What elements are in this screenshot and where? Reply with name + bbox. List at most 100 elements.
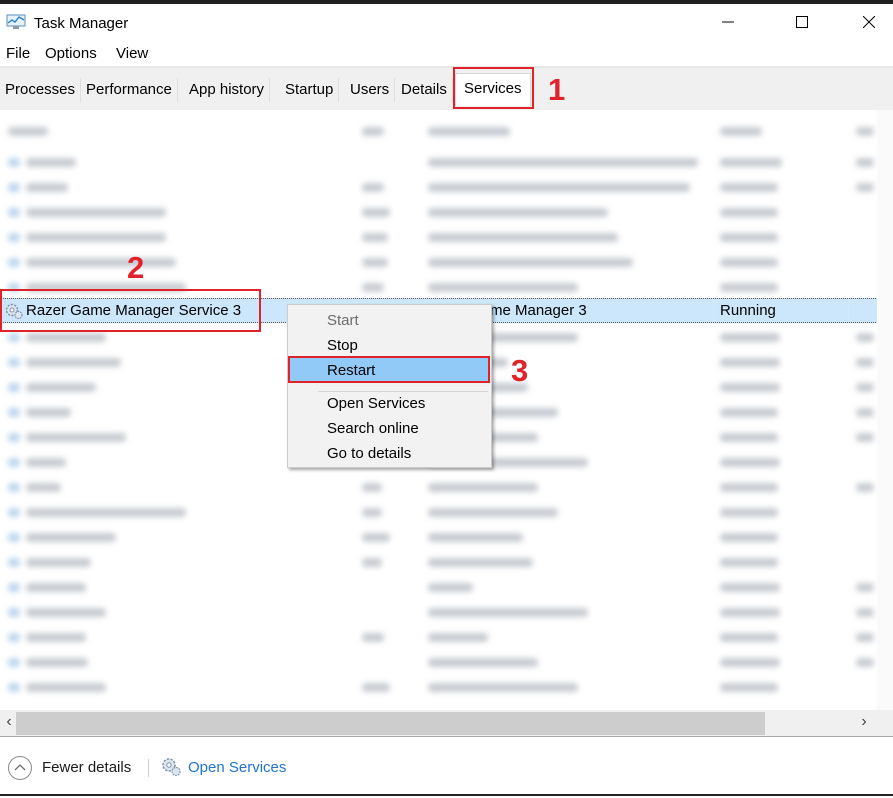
- row-status: [720, 208, 778, 217]
- table-row[interactable]: [0, 675, 893, 700]
- table-row[interactable]: [0, 475, 893, 500]
- row-group: [856, 658, 874, 667]
- horizontal-scroll-thumb[interactable]: [16, 712, 765, 735]
- service-icon: [8, 183, 20, 192]
- row-description: [428, 158, 698, 167]
- open-services-link[interactable]: Open Services: [188, 759, 286, 776]
- table-row[interactable]: [0, 525, 893, 550]
- table-row[interactable]: [0, 175, 893, 200]
- row-status: [720, 283, 778, 292]
- row-description: [428, 683, 578, 692]
- table-header: [0, 110, 893, 150]
- row-name: [26, 658, 88, 667]
- tab-app-history[interactable]: App history: [184, 78, 271, 102]
- row-pid: [362, 283, 384, 292]
- row-status: [720, 483, 778, 492]
- fewer-details-button[interactable]: [8, 756, 32, 780]
- table-row[interactable]: [0, 625, 893, 650]
- row-group: [856, 583, 874, 592]
- menu-file[interactable]: File: [6, 45, 30, 62]
- scroll-left-arrow-icon[interactable]: ‹: [1, 713, 17, 731]
- row-description: [428, 233, 618, 242]
- row-status: [720, 533, 778, 542]
- tab-startup[interactable]: Startup: [280, 78, 340, 102]
- maximize-button[interactable]: [779, 4, 825, 40]
- close-button[interactable]: [846, 4, 892, 40]
- context-menu-go-to-details[interactable]: Go to details: [288, 441, 491, 466]
- row-description: [428, 208, 608, 217]
- task-manager-icon: [6, 14, 26, 30]
- table-row[interactable]: [0, 575, 893, 600]
- service-icon: [8, 483, 20, 492]
- window-title: Task Manager: [34, 15, 129, 32]
- row-status: [720, 383, 780, 392]
- service-icon: [8, 558, 20, 567]
- tab-users[interactable]: Users: [345, 78, 396, 102]
- minimize-icon: [722, 21, 734, 23]
- row-group: [856, 608, 874, 617]
- table-row[interactable]: [0, 650, 893, 675]
- row-description: [428, 283, 578, 292]
- column-header-group[interactable]: [856, 127, 874, 136]
- row-pid: [362, 483, 382, 492]
- fewer-details-label[interactable]: Fewer details: [42, 759, 131, 776]
- row-name: [26, 558, 91, 567]
- row-name: [26, 208, 166, 217]
- column-divider: [713, 299, 714, 322]
- row-group: [856, 183, 874, 192]
- row-status: [720, 183, 778, 192]
- table-row[interactable]: [0, 225, 893, 250]
- row-status: [720, 433, 778, 442]
- service-icon: [8, 258, 20, 267]
- services-gear-icon: [160, 756, 182, 778]
- row-name: [26, 283, 186, 292]
- column-header-status[interactable]: [720, 127, 762, 136]
- context-menu-restart[interactable]: Restart: [290, 358, 489, 383]
- row-status: [720, 658, 780, 667]
- table-row[interactable]: [0, 200, 893, 225]
- row-status: [720, 233, 778, 242]
- vertical-scrollbar[interactable]: [877, 110, 893, 710]
- row-group: [856, 383, 874, 392]
- service-icon: [8, 283, 20, 292]
- tab-details[interactable]: Details: [396, 78, 453, 102]
- row-name: [26, 383, 96, 392]
- service-icon: [8, 383, 20, 392]
- row-pid: [362, 558, 382, 567]
- context-menu-stop[interactable]: Stop: [288, 333, 491, 358]
- service-icon: [8, 683, 20, 692]
- row-description: [428, 558, 533, 567]
- row-description: [428, 608, 588, 617]
- table-row[interactable]: [0, 500, 893, 525]
- row-description: [428, 633, 488, 642]
- context-menu-start: Start: [327, 312, 359, 329]
- annotation-step-3: 3: [511, 353, 529, 388]
- tab-services[interactable]: Services: [455, 73, 531, 106]
- table-row[interactable]: [0, 150, 893, 175]
- column-header-name[interactable]: [8, 127, 48, 136]
- table-row[interactable]: [0, 600, 893, 625]
- tab-processes[interactable]: Processes: [0, 78, 82, 102]
- tab-performance[interactable]: Performance: [81, 78, 178, 102]
- row-status: [720, 558, 778, 567]
- context-menu: Start Stop Restart Open Services Search …: [287, 304, 492, 468]
- column-header-pid[interactable]: [362, 127, 384, 136]
- close-icon: [863, 16, 875, 28]
- context-menu-search-online[interactable]: Search online: [288, 416, 491, 441]
- horizontal-scrollbar[interactable]: ‹ ›: [0, 710, 893, 737]
- context-menu-open-services[interactable]: Open Services: [288, 391, 491, 416]
- minimize-button[interactable]: [705, 4, 751, 40]
- menu-view[interactable]: View: [116, 45, 148, 62]
- table-row[interactable]: [0, 550, 893, 575]
- row-pid: [362, 533, 390, 542]
- menu-options[interactable]: Options: [45, 45, 97, 62]
- row-name: [26, 258, 176, 267]
- row-status: [720, 508, 778, 517]
- row-name: [26, 533, 116, 542]
- scroll-right-arrow-icon[interactable]: ›: [856, 713, 872, 731]
- row-name: [26, 583, 86, 592]
- row-pid: [362, 508, 382, 517]
- maximize-icon: [796, 16, 808, 28]
- row-name: [26, 508, 186, 517]
- column-header-description[interactable]: [428, 127, 510, 136]
